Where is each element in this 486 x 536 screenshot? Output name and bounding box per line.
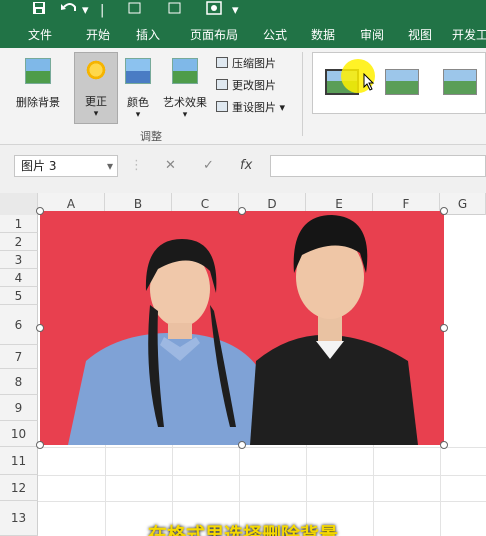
chevron-down-icon[interactable]: ▾ <box>107 156 113 176</box>
corrections-sun-icon <box>83 57 109 83</box>
row-header-10[interactable]: 10 <box>0 421 38 447</box>
picture-styles-gallery <box>312 52 486 114</box>
select-all-corner[interactable] <box>0 193 38 215</box>
row-header-1[interactable]: 1 <box>0 215 38 233</box>
ribbon: 删除背景 更正 ▾ 颜色 ▾ 艺术效果 ▾ 压缩图片 更改图片 重设图片 ▾ 调… <box>0 48 486 145</box>
color-button[interactable]: 颜色 ▾ <box>122 54 154 120</box>
compress-pictures-button[interactable]: 压缩图片 <box>216 54 276 74</box>
row-header-7[interactable]: 7 <box>0 345 38 369</box>
row-header-3[interactable]: 3 <box>0 251 38 269</box>
row-header-9[interactable]: 9 <box>0 395 38 421</box>
row-header-6[interactable]: 6 <box>0 305 38 345</box>
change-picture-icon <box>216 79 228 90</box>
row-header-2[interactable]: 2 <box>0 233 38 251</box>
corrections-button[interactable]: 更正 ▾ <box>74 52 118 124</box>
tab-view[interactable]: 视图 <box>400 22 440 48</box>
resize-handle[interactable] <box>36 441 44 449</box>
chevron-down-icon: ▾ <box>135 110 141 120</box>
tab-insert[interactable]: 插入 <box>128 22 168 48</box>
change-picture-button[interactable]: 更改图片 <box>216 76 276 96</box>
color-icon <box>125 58 151 84</box>
save-icon[interactable] <box>32 1 46 21</box>
ribbon-tabs: 文件 开始 插入 页面布局 公式 数据 审阅 视图 开发工 <box>0 22 486 48</box>
cancel-icon[interactable]: ✕ <box>165 155 176 177</box>
tab-formulas[interactable]: 公式 <box>255 22 295 48</box>
formula-input[interactable] <box>270 155 486 177</box>
grid-line <box>38 475 486 476</box>
sheet-top-gap <box>0 183 486 193</box>
reset-picture-button[interactable]: 重设图片 ▾ <box>216 98 285 118</box>
chevron-down-icon: ▾ <box>182 110 188 120</box>
grid-line <box>38 447 486 448</box>
resize-handle[interactable] <box>238 441 246 449</box>
row-header-12[interactable]: 12 <box>0 475 38 501</box>
compress-label: 压缩图片 <box>232 57 276 70</box>
resize-handle[interactable] <box>36 207 44 215</box>
mouse-cursor-icon <box>363 73 375 91</box>
print-icon[interactable] <box>168 1 182 21</box>
insert-function-icon[interactable]: fx <box>240 155 252 177</box>
redo-icon[interactable] <box>128 1 142 21</box>
group-divider <box>302 52 303 136</box>
undo-dropdown-icon[interactable]: ▾ <box>82 1 89 21</box>
resize-handle[interactable] <box>36 324 44 332</box>
resize-handle[interactable] <box>440 207 448 215</box>
grid-line <box>38 501 486 502</box>
row-header-11[interactable]: 11 <box>0 447 38 475</box>
corrections-label: 更正 <box>85 95 107 108</box>
tab-developer[interactable]: 开发工 <box>448 22 486 48</box>
excel-window: ▾ | ▾ 文件 开始 插入 页面布局 公式 数据 审阅 视图 开发工 删除背景… <box>0 0 486 536</box>
resize-handle[interactable] <box>440 441 448 449</box>
enter-icon[interactable]: ✓ <box>203 155 214 177</box>
portrait-photo <box>40 211 444 445</box>
tab-data[interactable]: 数据 <box>303 22 343 48</box>
artistic-effects-button[interactable]: 艺术效果 ▾ <box>158 54 212 120</box>
reset-picture-icon <box>216 101 228 112</box>
formula-bar: 图片 3 ▾ ⋮ ✕ ✓ fx <box>0 145 486 183</box>
row-header-8[interactable]: 8 <box>0 369 38 395</box>
remove-background-label: 删除背景 <box>16 96 60 109</box>
adjust-group-label: 调整 <box>140 130 162 143</box>
more-icon: ⋮ <box>130 158 143 173</box>
compress-icon <box>216 57 228 68</box>
resize-handle[interactable] <box>238 207 246 215</box>
picture-style-2[interactable] <box>385 69 419 95</box>
chevron-down-icon: ▾ <box>93 109 99 119</box>
artistic-effects-label: 艺术效果 <box>163 96 207 109</box>
worksheet[interactable]: A B C D E F G 1 2 3 4 5 6 7 8 9 10 11 12… <box>0 183 486 536</box>
row-header-5[interactable]: 5 <box>0 287 38 305</box>
row-header-4[interactable]: 4 <box>0 269 38 287</box>
video-subtitle: 在格式里选择删除背景 <box>147 524 338 536</box>
customize-qat-icon[interactable]: ▾ <box>232 1 239 21</box>
selected-picture[interactable] <box>40 211 444 445</box>
picture-style-3[interactable] <box>443 69 477 95</box>
remove-background-icon <box>25 58 51 84</box>
quick-access-toolbar: ▾ | ▾ <box>0 0 486 22</box>
tab-page-layout[interactable]: 页面布局 <box>182 22 246 48</box>
tab-review[interactable]: 审阅 <box>352 22 392 48</box>
remove-background-button[interactable]: 删除背景 <box>12 54 64 114</box>
artistic-effects-icon <box>172 58 198 84</box>
reset-picture-label: 重设图片 <box>232 101 276 114</box>
color-label: 颜色 <box>127 96 149 109</box>
picture-icon[interactable] <box>206 1 222 21</box>
separator-icon: | <box>100 3 105 18</box>
tab-home[interactable]: 开始 <box>78 22 118 48</box>
name-box[interactable]: 图片 3 ▾ <box>14 155 118 177</box>
resize-handle[interactable] <box>440 324 448 332</box>
undo-icon[interactable] <box>60 1 78 21</box>
tab-file[interactable]: 文件 <box>18 22 62 48</box>
name-box-value: 图片 3 <box>21 159 57 173</box>
change-picture-label: 更改图片 <box>232 79 276 92</box>
